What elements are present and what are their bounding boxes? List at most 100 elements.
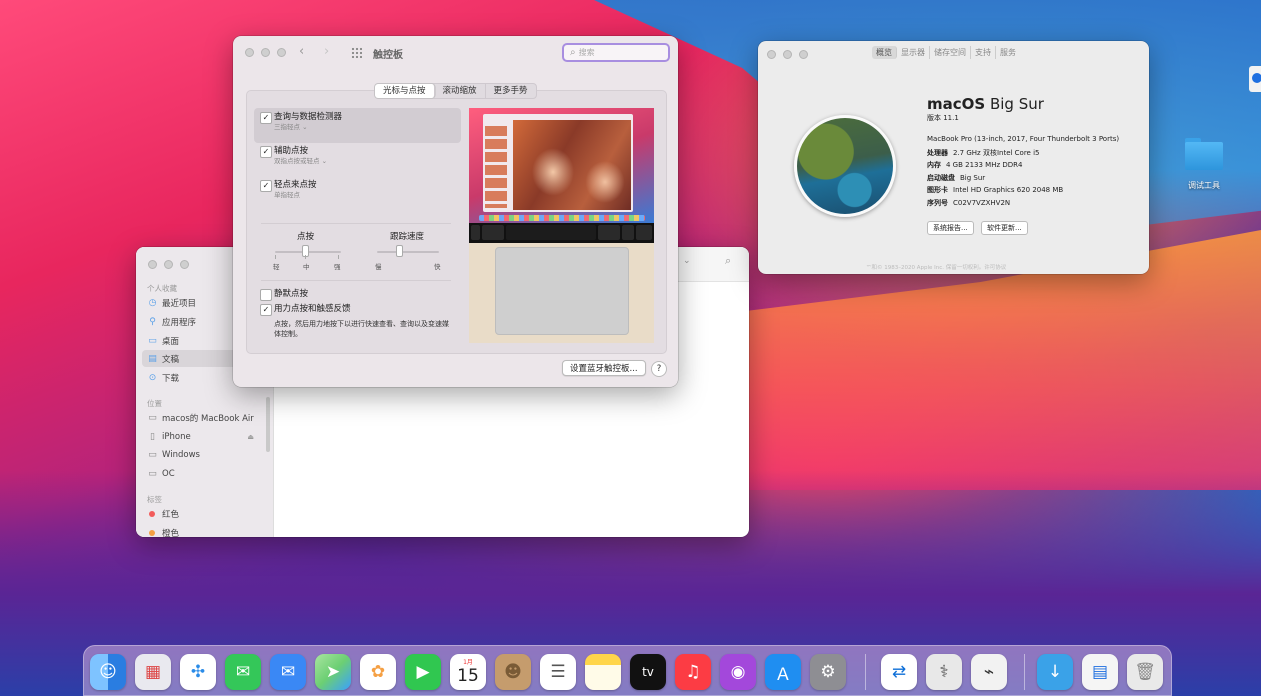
podcasts-icon[interactable]: ◉ — [720, 654, 756, 690]
option-secondary-click[interactable]: ✓ 辅助点按 双指点按或轻点 ⌄ — [254, 142, 461, 174]
documents-stack-icon[interactable]: ▤ — [1082, 654, 1118, 690]
trackpad-tabs: 光标与点按 滚动缩放 更多手势 — [374, 83, 537, 99]
back-icon[interactable]: ‹ — [299, 44, 304, 59]
reminders-icon[interactable]: ☰ — [540, 654, 576, 690]
tab-support[interactable]: 支持 — [971, 46, 996, 59]
software-update-button[interactable]: 软件更新... — [981, 221, 1028, 235]
sidebar-item-oc[interactable]: ▭ OC — [142, 465, 268, 482]
minimize-button[interactable] — [164, 260, 173, 269]
chevron-down-icon[interactable]: ⌄ — [683, 256, 691, 266]
teamviewer-icon[interactable]: ⇄ — [881, 654, 917, 690]
search-icon: ⌕ — [570, 47, 576, 58]
finder-icon[interactable]: ☺ — [90, 654, 126, 690]
photos-icon[interactable]: ✿ — [360, 654, 396, 690]
zoom-button[interactable] — [799, 50, 808, 59]
tv-icon[interactable]: tv — [630, 654, 666, 690]
os-name: macOS Big Sur — [927, 95, 1044, 113]
show-all-grid-icon[interactable] — [351, 47, 362, 58]
system-preferences-icon[interactable]: ⚙ — [810, 654, 846, 690]
tab-service[interactable]: 服务 — [996, 46, 1020, 59]
minimize-button[interactable] — [261, 48, 270, 57]
gesture-preview-video — [469, 108, 654, 343]
forward-icon[interactable]: › — [324, 44, 329, 59]
tick-label: 中 — [303, 263, 310, 271]
trash-icon[interactable]: 🗑 — [1127, 654, 1163, 690]
sidebar-item-label: 橙色 — [162, 528, 180, 538]
tab-scroll-zoom[interactable]: 滚动缩放 — [435, 84, 486, 98]
option-lookup[interactable]: ✓ 查询与数据检测器 三指轻点 ⌄ — [254, 108, 461, 143]
speed-slider-knob[interactable] — [396, 245, 403, 257]
contacts-icon[interactable]: ☻ — [495, 654, 531, 690]
facetime-icon[interactable]: ▶ — [405, 654, 441, 690]
checkbox[interactable]: ✓ — [260, 180, 272, 192]
sidebar-item-label: macos的 MacBook Air — [162, 413, 254, 424]
tick-label: 轻 — [273, 263, 280, 271]
sidebar-item-macbook[interactable]: ▭ macos的 MacBook Air — [142, 409, 268, 426]
close-button[interactable] — [148, 260, 157, 269]
notes-icon[interactable] — [585, 654, 621, 690]
maps-icon[interactable]: ➤ — [315, 654, 351, 690]
option-silent-click[interactable]: 静默点按 — [254, 285, 461, 301]
option-tap-to-click[interactable]: ✓ 轻点来点按 单指轻点 — [254, 176, 461, 206]
option-force-click[interactable]: ✓ 用力点按和触感反馈 — [254, 300, 461, 316]
spec-graphics: 图形卡 Intel HD Graphics 620 2048 MB — [927, 185, 1063, 195]
close-button[interactable] — [245, 48, 254, 57]
calendar-icon[interactable]: 1月 15 — [450, 654, 486, 690]
safari-icon[interactable]: ✣ — [180, 654, 216, 690]
sidebar-item-label: 下载 — [162, 373, 180, 384]
checkbox[interactable]: ✓ — [260, 112, 272, 124]
zoom-button[interactable] — [277, 48, 286, 57]
messages-icon[interactable]: ✉ — [225, 654, 261, 690]
spec-processor: 处理器 2.7 GHz 双核Intel Core i5 — [927, 148, 1040, 158]
close-button[interactable] — [767, 50, 776, 59]
teamviewer-edge-icon[interactable] — [1249, 66, 1261, 92]
downloads-folder-icon[interactable]: ↓ — [1037, 654, 1073, 690]
search-icon[interactable]: ⌕ — [725, 254, 731, 268]
sidebar-item-label: 最近项目 — [162, 298, 197, 309]
tab-displays[interactable]: 显示器 — [897, 46, 930, 59]
help-button[interactable]: ? — [651, 361, 667, 377]
sidebar-item-windows[interactable]: ▭ Windows — [142, 446, 268, 463]
search-input[interactable]: ⌕ 搜索 — [562, 43, 670, 62]
system-report-button[interactable]: 系统报告... — [927, 221, 974, 235]
sidebar-item-label: iPhone — [162, 431, 191, 442]
spec-memory: 内存 4 GB 2133 MHz DDR4 — [927, 160, 1022, 170]
zoom-button[interactable] — [180, 260, 189, 269]
speed-slider-label: 跟踪速度 — [390, 232, 425, 242]
window-controls — [245, 48, 286, 57]
option-sub[interactable]: 双指点按或轻点 ⌄ — [274, 155, 327, 165]
sidebar-tag-orange[interactable]: 橙色 — [142, 524, 268, 537]
speed-slider[interactable] — [377, 251, 439, 253]
eject-icon[interactable]: ⏏ — [247, 433, 254, 441]
tab-point-and-click[interactable]: 光标与点按 — [375, 84, 435, 98]
disk-icon: ▭ — [148, 468, 157, 479]
appstore-icon[interactable]: Ａ — [765, 654, 801, 690]
music-icon[interactable]: ♫ — [675, 654, 711, 690]
sidebar-item-iphone[interactable]: ▯ iPhone ⏏ — [142, 428, 268, 445]
checkbox[interactable]: ✓ — [260, 304, 272, 316]
sidebar-scrollbar[interactable] — [266, 397, 270, 452]
option-sub[interactable]: 三指轻点 ⌄ — [274, 121, 308, 131]
dock-separator — [865, 654, 866, 690]
tab-more-gestures[interactable]: 更多手势 — [486, 84, 536, 98]
usb-tool-icon[interactable]: ⌁ — [971, 654, 1007, 690]
bluetooth-trackpad-button[interactable]: 设置蓝牙触控板... — [562, 360, 646, 376]
launchpad-icon[interactable]: ▦ — [135, 654, 171, 690]
spec-value: 2.7 GHz 双核Intel Core i5 — [953, 149, 1040, 157]
desktop-folder-label[interactable]: 调试工具 — [1179, 180, 1229, 191]
option-sub: 单指轻点 — [274, 191, 300, 199]
tag-dot — [149, 510, 155, 517]
document-icon: ▤ — [148, 353, 157, 364]
desktop-folder-icon[interactable] — [1185, 138, 1223, 170]
checkbox[interactable]: ✓ — [260, 146, 272, 158]
sidebar-item-label: Windows — [162, 449, 200, 460]
preview-keyboard — [469, 223, 654, 243]
tab-overview[interactable]: 概览 — [872, 46, 897, 59]
minimize-button[interactable] — [783, 50, 792, 59]
big-sur-logo — [794, 115, 896, 217]
mail-icon[interactable]: ✉ — [270, 654, 306, 690]
system-information-icon[interactable]: ⚕ — [926, 654, 962, 690]
window-title: 触控板 — [373, 50, 403, 61]
tab-storage[interactable]: 储存空间 — [930, 46, 971, 59]
sidebar-tag-red[interactable]: 红色 — [142, 505, 268, 522]
